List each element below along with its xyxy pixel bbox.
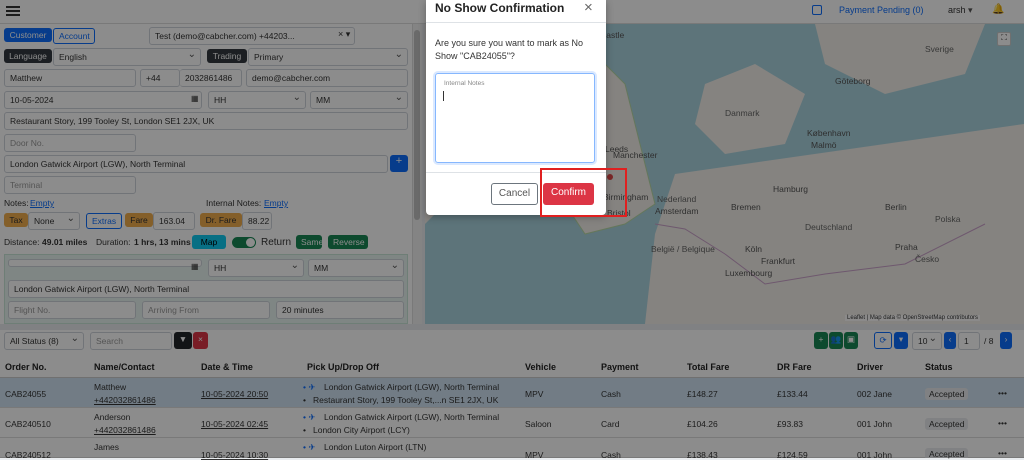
internal-notes-placeholder: Internal Notes <box>444 80 485 87</box>
internal-notes-textarea[interactable]: Internal Notes <box>435 73 595 163</box>
close-icon[interactable]: × <box>584 0 593 16</box>
cancel-button[interactable]: Cancel <box>491 183 538 205</box>
modal-divider <box>426 22 606 23</box>
modal-message: Are you sure you want to mark as No Show… <box>435 38 584 61</box>
highlight-box <box>540 168 627 217</box>
text-cursor <box>443 91 444 101</box>
modal-title: No Show Confirmation <box>435 1 565 15</box>
